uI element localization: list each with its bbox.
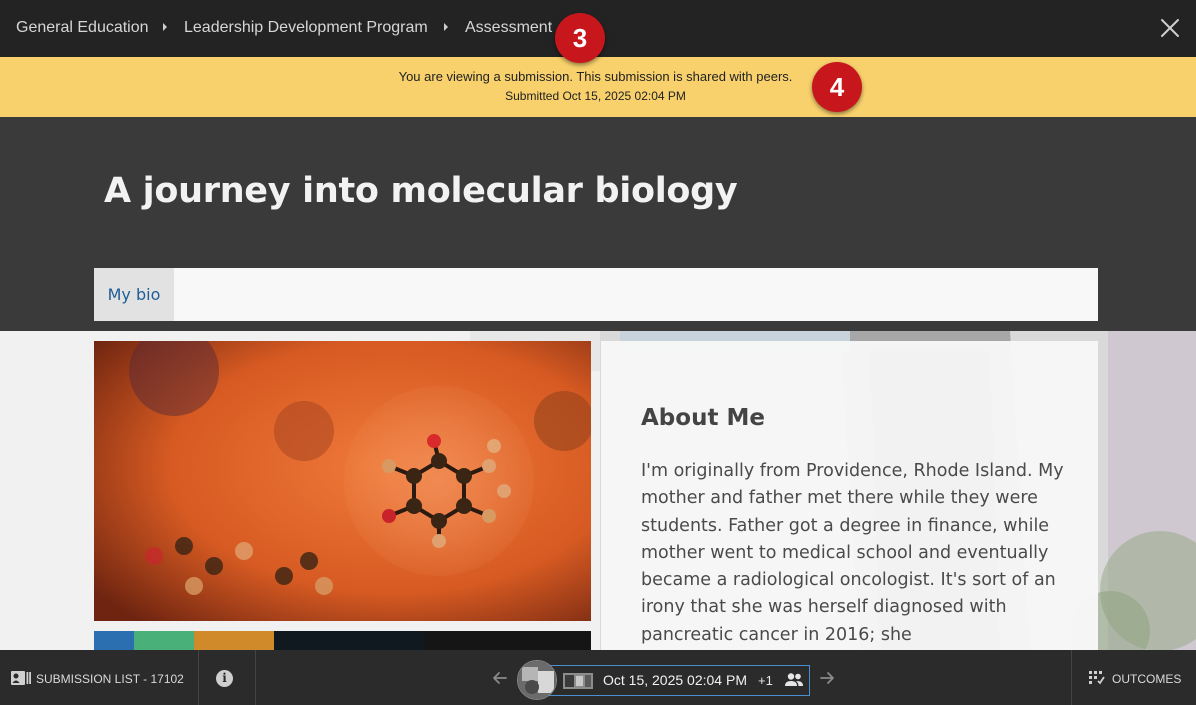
outcomes-grid-icon bbox=[1089, 671, 1105, 685]
molecule-illustration bbox=[94, 341, 591, 621]
breadcrumb-separator-icon bbox=[163, 23, 167, 31]
secondary-image-strip bbox=[94, 631, 591, 650]
info-button[interactable]: i bbox=[199, 650, 256, 705]
page-title: A journey into molecular biology bbox=[104, 171, 738, 211]
outcomes-label: OUTCOMES bbox=[1112, 672, 1182, 686]
submission-thumbnail bbox=[563, 673, 593, 689]
notice-message: You are viewing a submission. This submi… bbox=[398, 69, 793, 84]
breadcrumb-assessment[interactable]: Assessment bbox=[465, 0, 552, 57]
molecule-image bbox=[94, 341, 591, 621]
about-me-card: About Me I'm originally from Providence,… bbox=[601, 341, 1098, 650]
submission-date: Oct 15, 2025 02:04 PM bbox=[603, 672, 747, 688]
submission-list-label: SUBMISSION LIST - 17102 bbox=[36, 672, 184, 686]
page-tab-bar: My bio bbox=[94, 268, 1098, 321]
breadcrumb-leadership-program[interactable]: Leadership Development Program bbox=[184, 0, 428, 57]
submission-extra-count: +1 bbox=[758, 673, 773, 688]
bottom-toolbar: SUBMISSION LIST - 17102 i Oct 15, 2025 0… bbox=[0, 650, 1196, 705]
notice-submitted-date: Submitted Oct 15, 2025 02:04 PM bbox=[505, 89, 686, 103]
id-card-icon bbox=[11, 671, 31, 685]
close-button[interactable] bbox=[1157, 15, 1183, 41]
info-icon: i bbox=[216, 670, 233, 687]
submission-selector[interactable]: Oct 15, 2025 02:04 PM +1 bbox=[548, 665, 810, 696]
step-marker-3: 3 bbox=[555, 13, 605, 63]
breadcrumb-general-education[interactable]: General Education bbox=[16, 0, 149, 57]
about-me-text: I'm originally from Providence, Rhode Is… bbox=[641, 461, 1064, 645]
avatar-image bbox=[518, 661, 556, 699]
outcomes-button[interactable]: OUTCOMES bbox=[1071, 650, 1196, 705]
step-marker-4: 4 bbox=[812, 62, 862, 112]
submission-notice-banner: You are viewing a submission. This submi… bbox=[0, 57, 1196, 117]
arrow-right-icon[interactable] bbox=[817, 668, 837, 688]
secondary-image bbox=[94, 631, 591, 650]
submission-thumbnail-image bbox=[563, 673, 593, 689]
people-icon bbox=[785, 673, 803, 686]
avatar bbox=[517, 660, 557, 700]
submission-list-button[interactable]: SUBMISSION LIST - 17102 bbox=[0, 650, 199, 705]
content-area: About Me I'm originally from Providence,… bbox=[0, 331, 1196, 650]
about-me-heading: About Me bbox=[641, 405, 765, 431]
breadcrumb-separator-icon bbox=[444, 23, 448, 31]
tab-my-bio[interactable]: My bio bbox=[94, 268, 174, 321]
close-icon bbox=[1161, 19, 1179, 37]
arrow-left-icon[interactable] bbox=[490, 668, 510, 688]
